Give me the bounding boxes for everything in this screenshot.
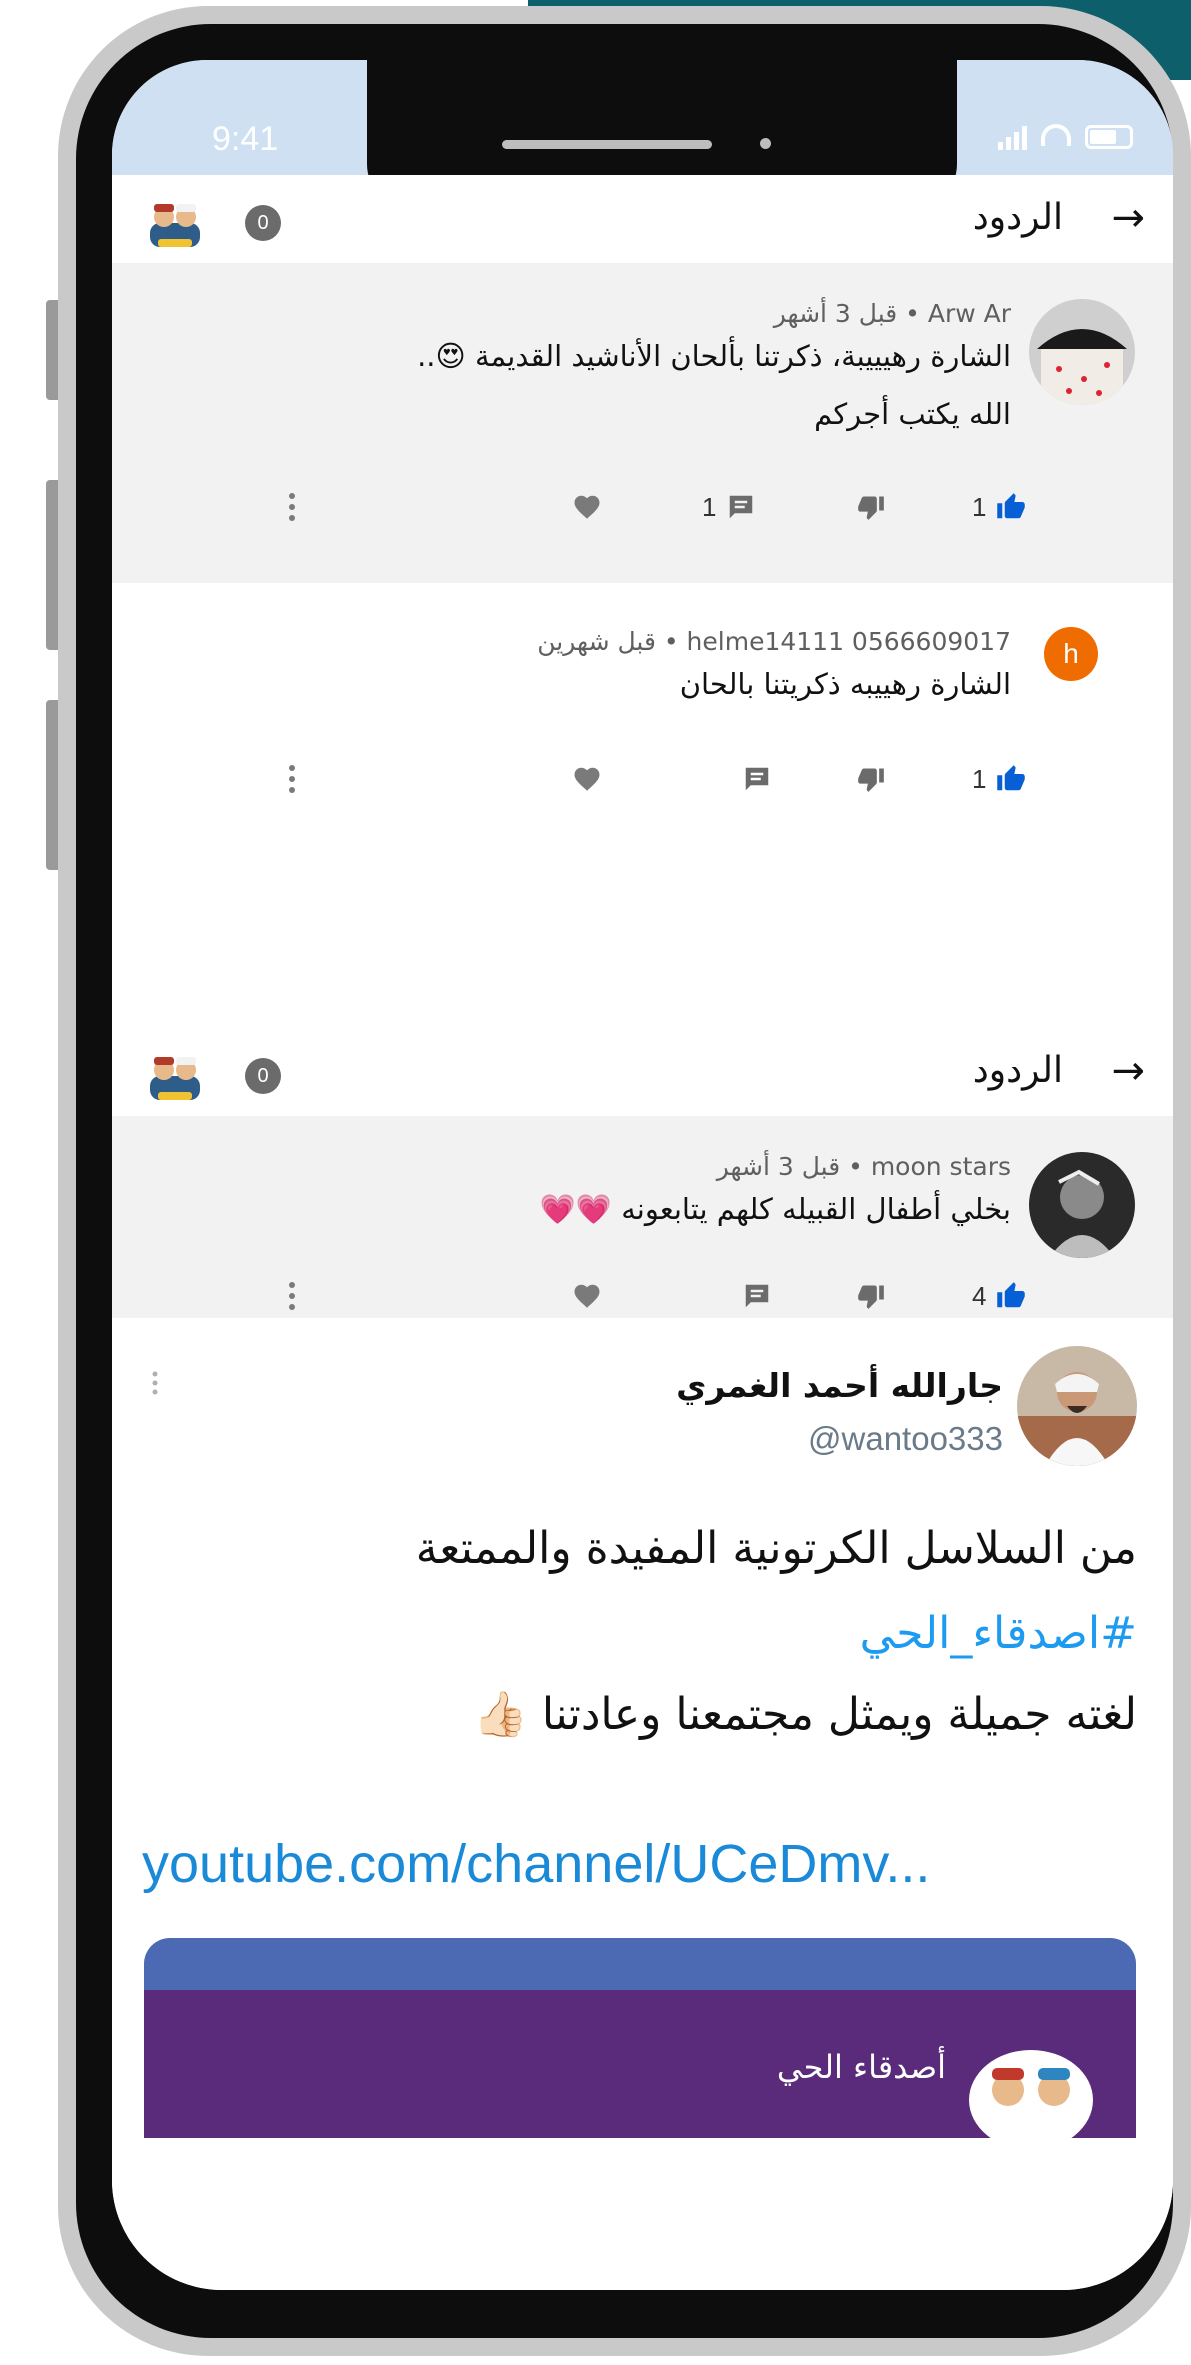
dislike-button[interactable]	[857, 487, 885, 527]
more-vert-icon	[289, 1282, 295, 1310]
dislike-button[interactable]	[857, 1276, 885, 1316]
comment-actions: 1 1	[112, 487, 1173, 527]
replies-header: → الردود 0	[112, 175, 1173, 264]
link-preview-card[interactable]: أصدقاء الحي	[144, 1938, 1136, 2138]
heart-icon	[574, 1284, 600, 1308]
comment-text: بخلي أطفال القبيله كلهم يتابعونه 💗💗	[291, 1180, 1011, 1238]
reply-button[interactable]	[742, 1276, 772, 1316]
channel-avatar[interactable]	[148, 1054, 202, 1102]
reply-count-badge: 0	[245, 1058, 281, 1094]
status-icons	[998, 122, 1133, 152]
like-count: 1	[972, 763, 987, 794]
wifi-icon	[1041, 124, 1071, 146]
tweet-text-line: لغته جميلة ويمثل مجتمعنا وعادتنا 👍🏻	[473, 1689, 1137, 1740]
reply-button[interactable]: 1	[702, 487, 756, 527]
replies-header: → الردود 0	[112, 1028, 1173, 1117]
heart-button[interactable]	[572, 1276, 602, 1316]
like-button[interactable]: 1	[972, 487, 1026, 527]
dislike-button[interactable]	[857, 759, 885, 799]
comment-text-line: الشارة رهيييبة، ذكرتنا بألحان الأناشيد ا…	[417, 339, 1011, 373]
commenter-avatar[interactable]	[1029, 299, 1135, 405]
heart-button[interactable]	[572, 487, 602, 527]
comment-item: Arw Ar • قبل 3 أشهر الشارة رهيييبة، ذكرت…	[112, 263, 1173, 583]
tweet-link[interactable]: youtube.com/channel/UCeDmv...	[142, 1833, 930, 1895]
thumb-up-icon	[997, 493, 1026, 519]
like-button[interactable]: 4	[972, 1276, 1026, 1316]
phone-camera	[760, 138, 771, 149]
arrow-right-icon[interactable]: →	[1111, 195, 1145, 241]
comment-actions: 4	[112, 1276, 1173, 1316]
reply-count: 1	[702, 491, 717, 522]
like-button[interactable]: 1	[972, 759, 1026, 799]
arrow-right-icon[interactable]: →	[1111, 1048, 1145, 1094]
comment-item: h helme14111 0566609017 • قبل شهرين الشا…	[112, 583, 1173, 883]
preview-title: أصدقاء الحي	[776, 2048, 946, 2086]
battery-icon	[1085, 125, 1133, 149]
more-options-button[interactable]	[288, 1276, 296, 1316]
more-vert-icon	[289, 493, 295, 521]
like-count: 1	[972, 491, 987, 522]
comment-actions: 1	[112, 759, 1173, 799]
comment-meta: moon stars • قبل 3 أشهر	[716, 1152, 1011, 1181]
tweet-more-button[interactable]	[152, 1370, 158, 1400]
more-vert-icon	[152, 1371, 158, 1395]
channel-avatar[interactable]	[148, 201, 202, 249]
more-options-button[interactable]	[288, 487, 296, 527]
phone-screen: 9:41 → الردود 0 Arw Ar • قبل 3 أشهر الشا…	[112, 60, 1173, 2290]
comment-icon	[745, 1284, 769, 1308]
tweet-author-avatar[interactable]	[1017, 1346, 1137, 1466]
thumb-up-icon	[997, 765, 1026, 791]
tweet-text-line: من السلاسل الكرتونية المفيدة والممتعة	[415, 1523, 1137, 1574]
like-count: 4	[972, 1280, 987, 1311]
screen-bottom	[112, 2152, 1173, 2290]
replies-title: الردود	[972, 1050, 1063, 1091]
tweet-author-handle[interactable]: @wantoo333	[808, 1420, 1003, 1458]
comment-text-line: الشارة رهييبه ذكريتنا بالحان	[679, 667, 1011, 701]
thumb-down-icon	[858, 768, 884, 792]
comment-icon	[745, 767, 769, 791]
tweet-hashtag[interactable]: #اصدقاء_الحي	[860, 1608, 1137, 1659]
status-time: 9:41	[212, 120, 279, 158]
replies-title: الردود	[972, 197, 1063, 238]
preview-logo	[969, 2050, 1093, 2138]
heart-icon	[574, 495, 600, 519]
thumb-down-icon	[858, 1285, 884, 1309]
comment-text-line: الله يكتب أجركم	[814, 397, 1011, 431]
comment-text: الشارة رهيييبة، ذكرتنا بألحان الأناشيد ا…	[291, 327, 1011, 443]
comment-icon	[730, 495, 753, 519]
tweet-card: جارالله أحمد الغمري @wantoo333 من السلاس…	[112, 1318, 1173, 2138]
commenter-avatar[interactable]	[1029, 1152, 1135, 1258]
commenter-avatar[interactable]: h	[1044, 627, 1098, 681]
comment-text-line: بخلي أطفال القبيله كلهم يتابعونه 💗💗	[539, 1192, 1011, 1226]
reply-count-badge: 0	[245, 205, 281, 241]
tweet-author-name[interactable]: جارالله أحمد الغمري	[676, 1366, 1003, 1405]
more-vert-icon	[289, 765, 295, 793]
heart-button[interactable]	[572, 759, 602, 799]
more-options-button[interactable]	[288, 759, 296, 799]
thumb-down-icon	[858, 496, 884, 520]
thumb-up-icon	[997, 1282, 1026, 1308]
heart-icon	[574, 767, 600, 791]
phone-speaker	[502, 140, 712, 149]
comment-text: الشارة رهييبه ذكريتنا بالحان	[291, 655, 1011, 713]
signal-icon	[998, 124, 1027, 150]
comment-meta: Arw Ar • قبل 3 أشهر	[773, 299, 1011, 328]
comment-meta: helme14111 0566609017 • قبل شهرين	[537, 627, 1011, 656]
reply-button[interactable]	[742, 759, 772, 799]
